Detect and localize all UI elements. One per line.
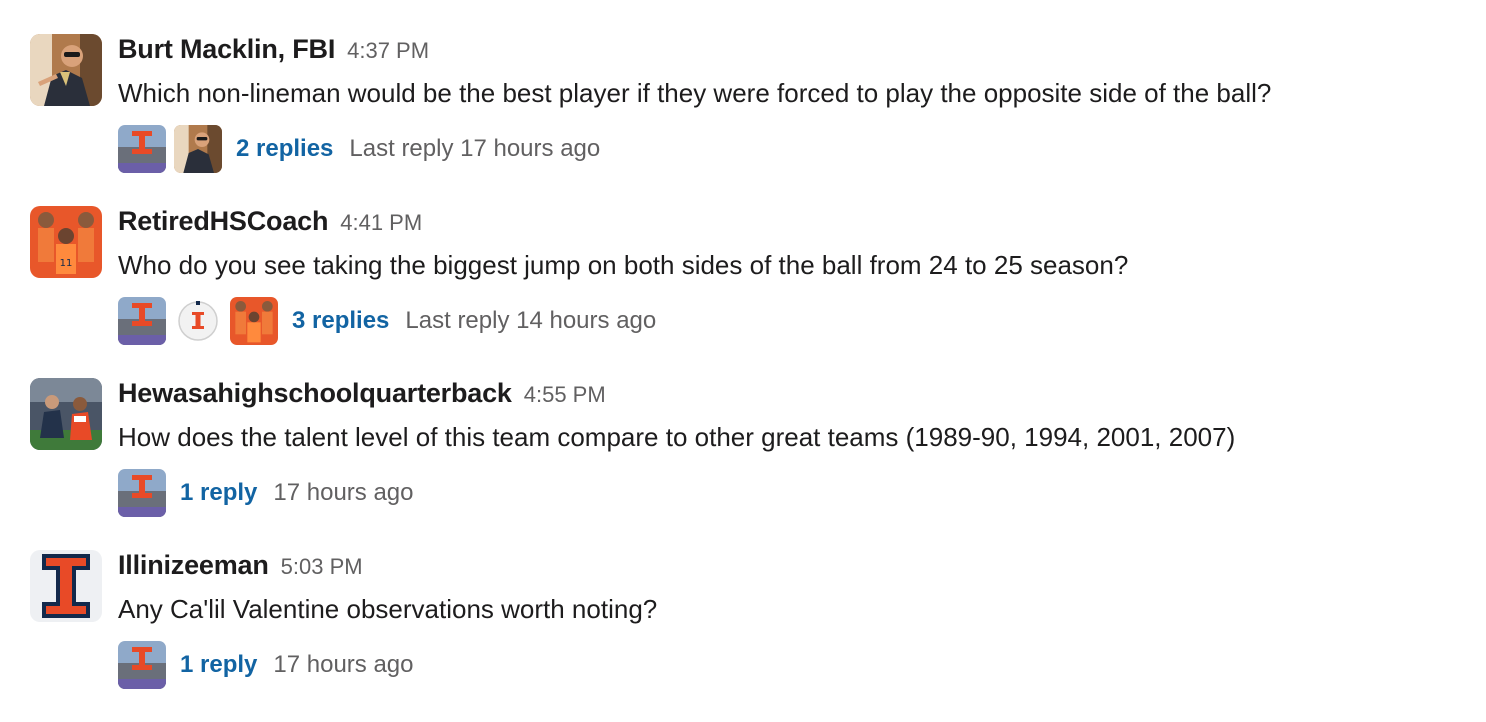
replies-link[interactable]: 1 reply <box>180 651 257 679</box>
author-name[interactable]: Hewasahighschoolquarterback <box>118 378 512 408</box>
message-text: Which non-lineman would be the best play… <box>118 78 1272 108</box>
last-reply-time: 17 hours ago <box>273 479 414 506</box>
basketball-players-avatar[interactable]: 11 <box>30 206 102 278</box>
thread-summary[interactable]: 1 reply 17 hours ago <box>118 640 414 690</box>
stadium-photo-avatar <box>118 297 166 345</box>
last-reply-time: Last reply 14 hours ago <box>405 307 657 334</box>
man-pointing-photo-avatar <box>174 125 222 173</box>
message-timestamp[interactable]: 5:03 PM <box>281 554 363 579</box>
illinois-block-i-avatar[interactable] <box>30 550 102 622</box>
message-timestamp[interactable]: 4:55 PM <box>524 382 606 407</box>
golf-ball-avatar <box>174 297 222 345</box>
message-header: Illinizeeman 5:03 PM <box>118 550 363 584</box>
man-pointing-photo-avatar[interactable] <box>30 34 102 106</box>
message-text: How does the talent level of this team c… <box>118 422 1236 452</box>
replies-link[interactable]: 2 replies <box>236 135 333 163</box>
stadium-photo-avatar <box>118 641 166 689</box>
thread-summary[interactable]: 2 replies Last reply 17 hours ago <box>118 124 600 174</box>
message-timestamp[interactable]: 4:37 PM <box>347 38 429 63</box>
message-header: RetiredHSCoach 4:41 PM <box>118 206 422 240</box>
message-header: Burt Macklin, FBI 4:37 PM <box>118 34 429 68</box>
message-text: Who do you see taking the biggest jump o… <box>118 250 1129 280</box>
thread-summary[interactable]: 1 reply 17 hours ago <box>118 468 414 518</box>
author-name[interactable]: Burt Macklin, FBI <box>118 34 335 64</box>
author-name[interactable]: Illinizeeman <box>118 550 269 580</box>
basketball-players-avatar <box>230 297 278 345</box>
message-text: Any Ca'lil Valentine observations worth … <box>118 594 658 624</box>
message-header: Hewasahighschoolquarterback 4:55 PM <box>118 378 606 412</box>
replies-link[interactable]: 1 reply <box>180 479 257 507</box>
last-reply-time: Last reply 17 hours ago <box>349 135 601 162</box>
thread-summary[interactable]: 3 replies Last reply 14 hours ago <box>118 296 656 346</box>
author-name[interactable]: RetiredHSCoach <box>118 206 328 236</box>
sideline-photo-avatar[interactable] <box>30 378 102 450</box>
last-reply-time: 17 hours ago <box>273 651 414 678</box>
svg-text:11: 11 <box>60 258 73 269</box>
stadium-photo-avatar <box>118 469 166 517</box>
stadium-photo-avatar <box>118 125 166 173</box>
message-timestamp[interactable]: 4:41 PM <box>340 210 422 235</box>
replies-link[interactable]: 3 replies <box>292 307 389 335</box>
